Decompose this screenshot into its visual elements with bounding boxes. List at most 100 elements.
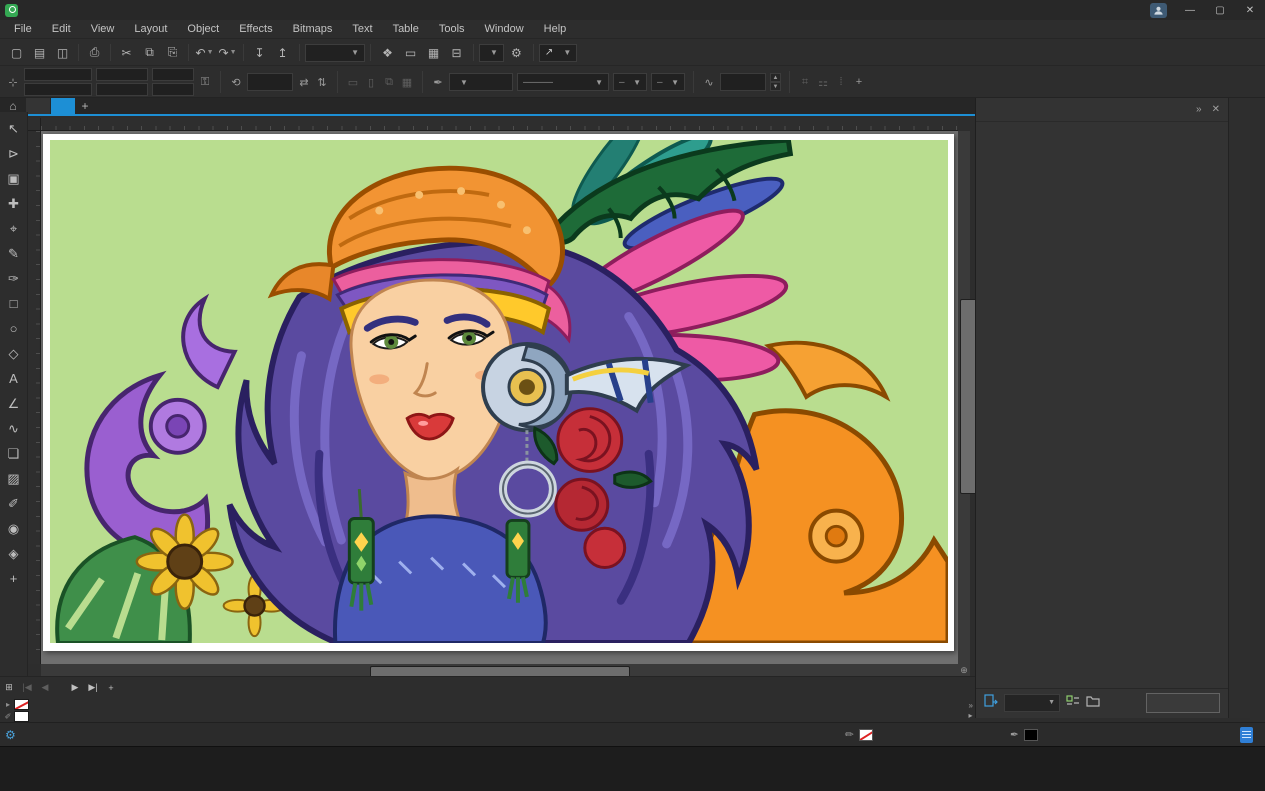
zoom-corner-icon[interactable]: ⊕	[958, 664, 970, 676]
curve-tool[interactable]: ✎	[1, 241, 27, 266]
arrow-start-dropdown[interactable]: – ▼	[613, 73, 647, 91]
mirror-vertical-icon[interactable]: ⇅	[315, 76, 329, 89]
lock-ratio-icon[interactable]: ⚿	[198, 76, 212, 89]
panel-collapse-icon[interactable]: »	[1196, 104, 1202, 115]
object-width-field[interactable]	[96, 68, 148, 81]
menu-effects[interactable]: Effects	[229, 20, 282, 38]
cut-button[interactable]: ✂	[115, 42, 138, 63]
zoom-level-dropdown[interactable]: ▼	[305, 43, 365, 62]
align-icon[interactable]: ⚏	[816, 76, 830, 89]
scale-y-field[interactable]	[152, 83, 194, 96]
import-button[interactable]: ↧	[248, 42, 271, 63]
options-gear-icon[interactable]: ⚙	[505, 42, 528, 63]
menu-text[interactable]: Text	[342, 20, 382, 38]
smoothing-field[interactable]	[720, 73, 766, 91]
show-grid-button[interactable]: ▦	[422, 42, 445, 63]
publish-settings-icon[interactable]	[984, 694, 998, 711]
drop-shadow-tool[interactable]: ❏	[1, 441, 27, 466]
palette-eyedropper-icon[interactable]: ✐	[2, 711, 14, 722]
edit-shape-icon[interactable]: ▯	[364, 76, 378, 89]
fullscreen-preview-button[interactable]: ❖	[376, 42, 399, 63]
shape-tool[interactable]: ⊳	[1, 141, 27, 166]
first-page-icon[interactable]: |◀	[18, 679, 36, 697]
connector-tool[interactable]: ∿	[1, 416, 27, 441]
pick-tool[interactable]: ↖	[1, 116, 27, 141]
wrap-text-icon[interactable]: ▭	[346, 76, 360, 89]
no-color-swatch[interactable]	[14, 698, 29, 710]
add-page-icon[interactable]: ⊞	[0, 679, 18, 697]
menu-tools[interactable]: Tools	[429, 20, 475, 38]
menu-bitmaps[interactable]: Bitmaps	[283, 20, 343, 38]
snap-off-button[interactable]: ⊟	[445, 42, 468, 63]
paste-button[interactable]: ⎘	[161, 42, 184, 63]
weld-icon[interactable]: ⧉	[382, 76, 396, 89]
free-transform-tool[interactable]: ⌖	[1, 216, 27, 241]
export-button[interactable]	[1146, 692, 1220, 713]
dimension-tool[interactable]: ∠	[1, 391, 27, 416]
last-page-icon[interactable]: ▶|	[84, 679, 102, 697]
export-button[interactable]: ↥	[271, 42, 294, 63]
redo-button[interactable]: ↷ ▼	[216, 42, 239, 63]
tab-welcome-screen[interactable]	[26, 98, 50, 114]
new-document-button[interactable]: ▢	[5, 42, 28, 63]
new-document-tab-button[interactable]: +	[76, 98, 94, 114]
mesh-fill-tool[interactable]: ◈	[1, 541, 27, 566]
maximize-button[interactable]: ▢	[1205, 0, 1235, 20]
outline-width-dropdown[interactable]: ▼	[449, 73, 513, 91]
copy-button[interactable]: ⧉	[138, 42, 161, 63]
undo-button[interactable]: ↶ ▼	[193, 42, 216, 63]
insert-page-icon[interactable]: +	[102, 679, 120, 697]
previous-page-icon[interactable]: ◀	[36, 679, 54, 697]
account-icon[interactable]	[1150, 2, 1167, 18]
scale-x-field[interactable]	[152, 68, 194, 81]
rotation-angle-field[interactable]	[247, 73, 293, 91]
add-tool-button[interactable]: +	[1, 566, 27, 591]
horizontal-scrollbar[interactable]	[41, 664, 958, 683]
vertical-scrollbar[interactable]	[958, 131, 982, 664]
open-button[interactable]: ▤	[28, 42, 51, 63]
arrow-end-dropdown[interactable]: – ▼	[651, 73, 685, 91]
zoom-pan-tool[interactable]: ✚	[1, 191, 27, 216]
snap-to-dropdown[interactable]: ▼	[479, 43, 504, 62]
drawing-canvas[interactable]	[41, 131, 958, 664]
panel-close-icon[interactable]: ✕	[1212, 104, 1220, 115]
eyedropper-tool[interactable]: ✐	[1, 491, 27, 516]
color-swatch[interactable]	[14, 710, 29, 722]
transparency-tool[interactable]: ▨	[1, 466, 27, 491]
print-button[interactable]: ⎙	[83, 42, 106, 63]
position-x-field[interactable]	[24, 68, 92, 81]
status-settings-gear-icon[interactable]: ⚙	[5, 728, 16, 742]
close-button[interactable]: ✕	[1235, 0, 1265, 20]
save-button[interactable]: ◫	[51, 42, 74, 63]
menu-view[interactable]: View	[81, 20, 125, 38]
add-control-icon[interactable]: +	[852, 76, 866, 88]
mirror-horizontal-icon[interactable]: ⇄	[297, 76, 311, 89]
palette-options-icon[interactable]: ▸	[2, 699, 14, 710]
crop-tool[interactable]: ▣	[1, 166, 27, 191]
line-style-dropdown[interactable]: ——— ▼	[517, 73, 609, 91]
document-page[interactable]	[43, 134, 954, 651]
distribute-icon[interactable]: ⁞	[834, 76, 848, 88]
rectangle-tool[interactable]: □	[1, 291, 27, 316]
menu-layout[interactable]: Layout	[124, 20, 177, 38]
menu-help[interactable]: Help	[534, 20, 577, 38]
add-preset-icon[interactable]	[1066, 694, 1080, 711]
menu-table[interactable]: Table	[383, 20, 429, 38]
artistic-media-tool[interactable]: ✑	[1, 266, 27, 291]
next-page-icon[interactable]: ▶	[66, 679, 84, 697]
interactive-fill-tool[interactable]: ◉	[1, 516, 27, 541]
polygon-tool[interactable]: ◇	[1, 341, 27, 366]
footer-format-dropdown[interactable]: ▼	[1004, 693, 1060, 712]
menu-file[interactable]: File	[4, 20, 42, 38]
open-folder-icon[interactable]	[1086, 695, 1100, 710]
ruler-origin-corner[interactable]	[28, 118, 41, 131]
position-y-field[interactable]	[24, 83, 92, 96]
launch-dropdown[interactable]: ↗ ▼	[538, 43, 578, 62]
minimize-button[interactable]: —	[1175, 0, 1205, 20]
text-tool[interactable]: A	[1, 366, 27, 391]
snap-options-icon[interactable]: ⌗	[798, 76, 812, 89]
menu-edit[interactable]: Edit	[42, 20, 81, 38]
show-rulers-button[interactable]: ▭	[399, 42, 422, 63]
palette-scroll-arrows[interactable]: » ▸	[969, 698, 973, 722]
ellipse-tool[interactable]: ○	[1, 316, 27, 341]
